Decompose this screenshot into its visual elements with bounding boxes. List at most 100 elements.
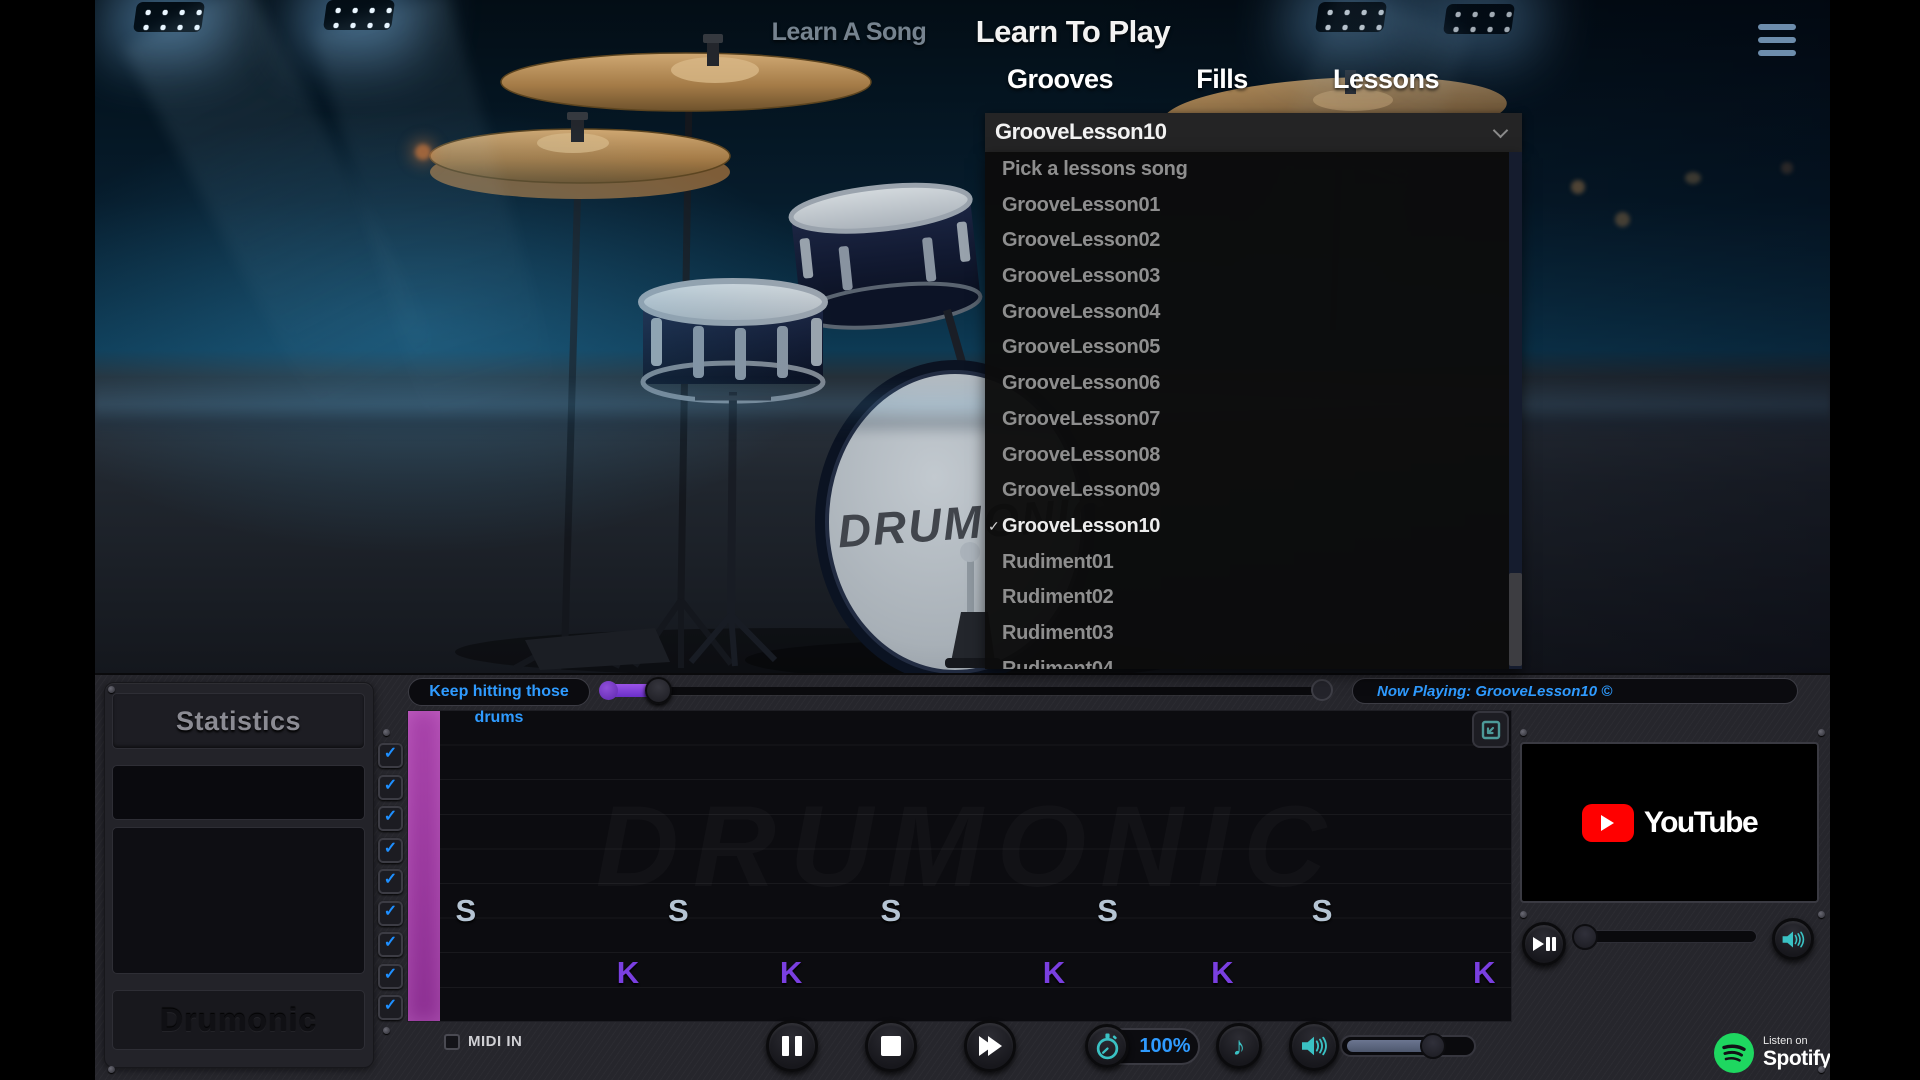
spotify-brand: Spotify® xyxy=(1763,1048,1836,1070)
pause-icon xyxy=(782,1036,789,1056)
dropdown-option-label: GrooveLesson01 xyxy=(1002,194,1160,216)
spotify-icon xyxy=(1713,1032,1755,1074)
tab-lessons[interactable]: Lessons xyxy=(1333,64,1439,95)
track-enable-checkbox-7[interactable]: ✓ xyxy=(378,932,403,957)
midi-in-checkbox[interactable] xyxy=(444,1034,460,1050)
dropdown-option[interactable]: GrooveLesson05 xyxy=(985,330,1522,366)
hamburger-menu-icon[interactable] xyxy=(1758,24,1796,63)
dropdown-option[interactable]: GrooveLesson01 xyxy=(985,188,1522,224)
track-enable-checkbox-6[interactable]: ✓ xyxy=(378,901,403,926)
youtube-progress-handle[interactable] xyxy=(1572,924,1598,950)
track-enable-checkbox-9[interactable]: ✓ xyxy=(378,995,403,1020)
youtube-video-area[interactable]: YouTube xyxy=(1520,742,1819,903)
song-progress-track[interactable] xyxy=(604,687,1326,695)
stop-button[interactable] xyxy=(865,1020,917,1072)
kick-hit-marker: K xyxy=(1043,956,1065,990)
dropdown-option[interactable]: GrooveLesson06 xyxy=(985,366,1522,402)
tab-grooves[interactable]: Grooves xyxy=(1007,64,1113,95)
youtube-progress-track[interactable] xyxy=(1573,930,1757,943)
drumonic-app: DRUMONIC Learn A Song Learn To Play Groo… xyxy=(0,0,1920,1080)
music-note-icon: ♪ xyxy=(1233,1031,1246,1062)
dropdown-option-label: GrooveLesson05 xyxy=(1002,336,1160,358)
dropdown-option[interactable]: ✓GrooveLesson10 xyxy=(985,509,1522,545)
screw-icon xyxy=(1818,1066,1825,1073)
youtube-volume-button[interactable] xyxy=(1772,918,1814,960)
snare-hit-marker: S xyxy=(1312,894,1333,928)
note-grid[interactable]: DRUMONIC SSSSSKKKKK xyxy=(407,710,1512,1022)
screw-icon xyxy=(1818,729,1825,736)
screw-icon xyxy=(1520,911,1527,918)
statistics-display-box xyxy=(112,765,365,820)
screw-icon xyxy=(383,1027,390,1034)
volume-slider-handle[interactable] xyxy=(1420,1033,1446,1059)
screw-icon xyxy=(1520,729,1527,736)
kick-hit-marker: K xyxy=(1211,956,1233,990)
bokeh-light xyxy=(1571,180,1585,194)
speaker-icon xyxy=(1781,929,1805,950)
hamburger-bar xyxy=(1758,50,1796,56)
snare-hit-marker: S xyxy=(456,894,477,928)
kick-hit-marker: K xyxy=(780,956,802,990)
dropdown-option-label: GrooveLesson06 xyxy=(1002,372,1160,394)
lessons-song-select[interactable]: GrooveLesson10 xyxy=(985,113,1522,152)
letterbox-left xyxy=(0,0,95,1080)
dropdown-scrollbar[interactable] xyxy=(1509,152,1522,669)
nav-learn-to-play[interactable]: Learn To Play xyxy=(976,14,1171,50)
dropdown-option[interactable]: Rudiment01 xyxy=(985,545,1522,581)
dropdown-option-label: GrooveLesson09 xyxy=(1002,479,1160,501)
stage-light-cluster xyxy=(1443,4,1515,34)
dropdown-option[interactable]: Rudiment04 xyxy=(985,652,1522,669)
dropdown-option[interactable]: GrooveLesson08 xyxy=(985,438,1522,474)
metronome-sound-button[interactable]: ♪ xyxy=(1216,1023,1262,1069)
bokeh-light xyxy=(1685,172,1701,184)
song-progress-handle[interactable] xyxy=(645,677,672,704)
minimize-grid-button[interactable] xyxy=(1472,711,1509,748)
now-playing-label: Now Playing: GrooveLesson10 © xyxy=(1352,678,1798,704)
screw-icon xyxy=(108,686,115,693)
kick-hit-marker: K xyxy=(1473,956,1495,990)
letterbox-right xyxy=(1830,0,1920,1080)
fast-forward-button[interactable] xyxy=(964,1020,1016,1072)
dropdown-option[interactable]: GrooveLesson02 xyxy=(985,223,1522,259)
tempo-value: 100% xyxy=(1134,1030,1196,1063)
chevron-down-icon xyxy=(1493,123,1509,139)
screw-icon xyxy=(108,1066,115,1073)
dropdown-option[interactable]: GrooveLesson07 xyxy=(985,402,1522,438)
dropdown-option[interactable]: Rudiment02 xyxy=(985,580,1522,616)
track-enable-checkbox-3[interactable]: ✓ xyxy=(378,806,403,831)
dropdown-option[interactable]: GrooveLesson04 xyxy=(985,295,1522,331)
youtube-play-pause-button[interactable] xyxy=(1522,922,1566,966)
light-beam xyxy=(123,0,448,428)
speaker-icon xyxy=(1300,1034,1328,1058)
dropdown-scrollbar-thumb[interactable] xyxy=(1509,573,1522,666)
dropdown-option[interactable]: Pick a lessons song xyxy=(985,152,1522,188)
tempo-button[interactable] xyxy=(1085,1024,1129,1068)
pause-icon xyxy=(795,1036,802,1056)
dropdown-option[interactable]: GrooveLesson09 xyxy=(985,473,1522,509)
dropdown-option-label: Pick a lessons song xyxy=(1002,158,1188,180)
dropdown-option[interactable]: GrooveLesson03 xyxy=(985,259,1522,295)
track-enable-checkbox-1[interactable]: ✓ xyxy=(378,743,403,768)
track-enable-checkbox-5[interactable]: ✓ xyxy=(378,869,403,894)
track-enable-checkbox-4[interactable]: ✓ xyxy=(378,838,403,863)
stage-background: DRUMONIC xyxy=(95,0,1830,673)
statistics-display-box xyxy=(112,827,365,974)
dropdown-option[interactable]: Rudiment03 xyxy=(985,616,1522,652)
dropdown-option-label: GrooveLesson07 xyxy=(1002,408,1160,430)
stop-icon xyxy=(881,1036,901,1056)
track-enable-checkbox-8[interactable]: ✓ xyxy=(378,964,403,989)
midi-in-label: MIDI IN xyxy=(468,1033,522,1050)
track-enable-checkbox-2[interactable]: ✓ xyxy=(378,775,403,800)
dropdown-option-label: GrooveLesson02 xyxy=(1002,229,1160,251)
dropdown-option-label: GrooveLesson03 xyxy=(1002,265,1160,287)
tab-fills[interactable]: Fills xyxy=(1196,64,1248,95)
pause-button[interactable] xyxy=(766,1020,818,1072)
spotify-text: Listen on Spotify® xyxy=(1763,1036,1836,1070)
volume-button[interactable] xyxy=(1289,1021,1339,1071)
kick-hit-marker: K xyxy=(617,956,639,990)
stadium-haze xyxy=(95,378,1830,438)
pause-icon xyxy=(1552,937,1556,951)
nav-learn-a-song[interactable]: Learn A Song xyxy=(772,18,927,47)
lens-flare xyxy=(415,144,431,160)
bokeh-light xyxy=(1615,212,1630,227)
